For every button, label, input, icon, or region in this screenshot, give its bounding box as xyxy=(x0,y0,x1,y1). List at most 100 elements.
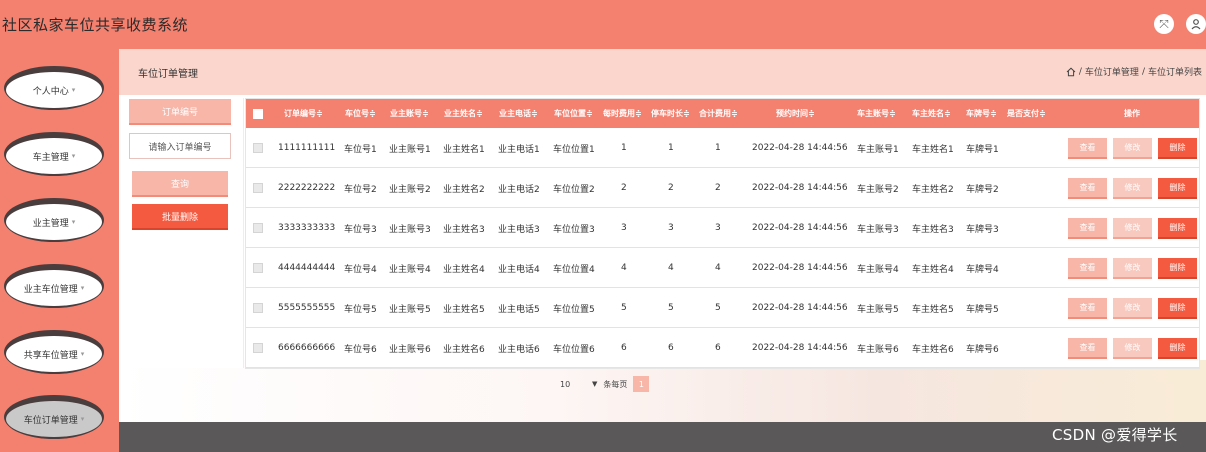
cell-booking-time: 2022-04-28 14:44:56 xyxy=(752,143,848,153)
view-button[interactable]: 查看 xyxy=(1068,218,1107,239)
delete-button[interactable]: 删除 xyxy=(1158,298,1197,319)
view-button[interactable]: 查看 xyxy=(1068,138,1107,159)
checkbox-box xyxy=(253,223,263,233)
cell-booking-time: 2022-04-28 14:44:56 xyxy=(752,183,848,193)
cell-owner-account: 业主账号3 xyxy=(389,224,431,235)
edit-button[interactable]: 修改 xyxy=(1113,298,1152,319)
cell-location: 车位位置1 xyxy=(553,144,595,155)
watermark: CSDN @爱得学长 xyxy=(1052,426,1178,444)
column-header[interactable]: 每时费用 ≑ xyxy=(603,99,642,128)
cell-owner-name: 业主姓名2 xyxy=(443,184,485,195)
order-number-input[interactable]: 请输入订单编号 xyxy=(129,133,231,159)
cell-owner-name: 业主姓名4 xyxy=(443,264,485,275)
sidebar-item-personal-center[interactable]: 个人中心 ▾ xyxy=(4,66,104,110)
sidebar-item-landlord-management[interactable]: 业主管理 ▾ xyxy=(4,198,104,242)
header-label: 车位位置 xyxy=(554,109,586,118)
column-header[interactable]: 订单编号 ≑ xyxy=(284,99,323,128)
cell-owner-name: 业主姓名6 xyxy=(443,344,485,355)
cell-driver-account: 车主账号5 xyxy=(857,304,899,315)
delete-button[interactable]: 删除 xyxy=(1158,338,1197,359)
view-button[interactable]: 查看 xyxy=(1068,338,1107,359)
breadcrumb-item[interactable]: 车位订单管理 xyxy=(1085,65,1139,78)
table-row: 5555555555 车位号5 业主账号5 业主姓名5 业主电话5 车位位置5 … xyxy=(246,288,1199,328)
query-button[interactable]: 查询 xyxy=(132,171,228,197)
cell-space-number: 车位号1 xyxy=(344,144,377,155)
cell-owner-name: 业主姓名3 xyxy=(443,224,485,235)
sidebar-item-landlord-space-management[interactable]: 业主车位管理 ▾ xyxy=(4,264,104,308)
cell-owner-phone: 业主电话6 xyxy=(498,344,540,355)
page-size-select[interactable]: 10 xyxy=(560,380,586,389)
view-button[interactable]: 查看 xyxy=(1068,178,1107,199)
table-header: 订单编号 ≑ 车位号 ≑ 业主账号 ≑ 业主姓名 ≑ 业主电话 ≑ 车位位置 ≑ 每时费用 ≑… xyxy=(246,99,1199,128)
row-checkbox[interactable] xyxy=(253,128,263,168)
column-header[interactable]: 车位号 ≑ xyxy=(345,99,376,128)
column-header[interactable]: 业主姓名 ≑ xyxy=(444,99,483,128)
row-checkbox[interactable] xyxy=(253,288,263,328)
row-checkbox[interactable] xyxy=(253,208,263,248)
delete-button[interactable]: 删除 xyxy=(1158,138,1197,159)
cell-owner-account: 业主账号5 xyxy=(389,304,431,315)
checkbox-box xyxy=(253,108,263,119)
column-header[interactable]: 停车时长 ≑ xyxy=(651,99,690,128)
row-checkbox[interactable] xyxy=(253,168,263,208)
cell-space-number: 车位号4 xyxy=(344,264,377,275)
header-label: 是否支付 xyxy=(1007,109,1039,118)
user-icon[interactable] xyxy=(1186,14,1206,34)
expand-icon[interactable]: ⤧ xyxy=(1154,14,1174,34)
column-header[interactable]: 车主账号 ≑ xyxy=(857,99,896,128)
column-header[interactable]: 业主账号 ≑ xyxy=(390,99,429,128)
checkbox-box xyxy=(253,143,263,153)
pagination: 10 ▼ 条每页 1 xyxy=(560,376,650,392)
edit-button[interactable]: 修改 xyxy=(1113,178,1152,199)
sidebar-item-shared-space-management[interactable]: 共享车位管理 ▾ xyxy=(4,330,104,374)
chevron-down-icon: ▾ xyxy=(71,152,76,160)
header-label: 业主账号 xyxy=(390,109,422,118)
cell-duration: 2 xyxy=(668,183,674,193)
column-header[interactable]: 车位位置 ≑ xyxy=(554,99,593,128)
search-panel: 订单编号 请输入订单编号 查询 批量删除 xyxy=(127,98,244,368)
batch-delete-button[interactable]: 批量删除 xyxy=(132,204,228,230)
cell-booking-time: 2022-04-28 14:44:56 xyxy=(752,223,848,233)
header-label: 停车时长 xyxy=(651,109,683,118)
cell-location: 车位位置6 xyxy=(553,344,595,355)
sidebar-item-owner-management[interactable]: 车主管理 ▾ xyxy=(4,132,104,176)
column-header[interactable]: 是否支付 ≑ xyxy=(1007,99,1046,128)
table-row: 6666666666 车位号6 业主账号6 业主姓名6 业主电话6 车位位置6 … xyxy=(246,328,1199,368)
view-button[interactable]: 查看 xyxy=(1068,298,1107,319)
cell-total: 5 xyxy=(715,303,721,313)
cell-duration: 3 xyxy=(668,223,674,233)
row-checkbox[interactable] xyxy=(253,248,263,288)
home-icon[interactable] xyxy=(1066,67,1076,77)
cell-space-number: 车位号3 xyxy=(344,224,377,235)
cell-driver-name: 车主姓名4 xyxy=(912,264,954,275)
delete-button[interactable]: 删除 xyxy=(1158,258,1197,279)
footer-strip xyxy=(119,422,1206,452)
view-button[interactable]: 查看 xyxy=(1068,258,1107,279)
row-checkbox[interactable] xyxy=(253,328,263,368)
edit-button[interactable]: 修改 xyxy=(1113,258,1152,279)
column-header[interactable]: 合计费用 ≑ xyxy=(699,99,738,128)
edit-button[interactable]: 修改 xyxy=(1113,338,1152,359)
delete-button[interactable]: 删除 xyxy=(1158,178,1197,199)
cell-space-number: 车位号5 xyxy=(344,304,377,315)
cell-owner-name: 业主姓名1 xyxy=(443,144,485,155)
page-number-button[interactable]: 1 xyxy=(633,376,650,392)
column-header[interactable]: 车主姓名 ≑ xyxy=(912,99,951,128)
edit-button[interactable]: 修改 xyxy=(1113,218,1152,239)
select-all-checkbox[interactable] xyxy=(253,99,263,128)
cell-total: 1 xyxy=(715,143,721,153)
delete-button[interactable]: 删除 xyxy=(1158,218,1197,239)
chevron-down-icon[interactable]: ▼ xyxy=(592,380,597,388)
cell-owner-phone: 业主电话3 xyxy=(498,224,540,235)
column-header[interactable]: 预约时间 ≑ xyxy=(776,99,815,128)
cell-duration: 6 xyxy=(668,343,674,353)
cell-plate: 车牌号6 xyxy=(966,344,999,355)
edit-button[interactable]: 修改 xyxy=(1113,138,1152,159)
chevron-down-icon: ▾ xyxy=(80,284,85,292)
cell-order-number: 1111111111 xyxy=(278,143,336,153)
cell-plate: 车牌号3 xyxy=(966,224,999,235)
cell-driver-account: 车主账号6 xyxy=(857,344,899,355)
column-header[interactable]: 车牌号 ≑ xyxy=(966,99,997,128)
column-header[interactable]: 业主电话 ≑ xyxy=(499,99,538,128)
sidebar-item-space-order-management[interactable]: 车位订单管理 ▾ xyxy=(4,395,104,439)
